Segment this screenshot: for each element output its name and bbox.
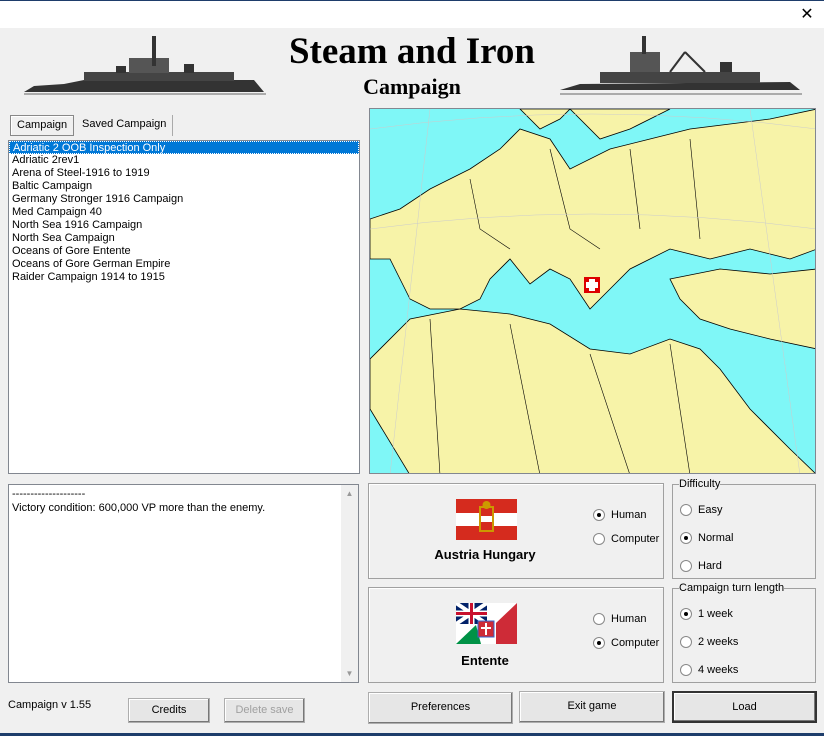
turn-length-label: Campaign turn length <box>679 582 785 594</box>
close-icon[interactable]: ✕ <box>796 5 818 25</box>
entente-flag-icon <box>456 603 517 644</box>
difficulty-hard-radio[interactable]: Hard <box>680 560 722 572</box>
side-name: Austria Hungary <box>434 547 536 562</box>
version-label: Campaign v 1.55 <box>8 699 92 711</box>
computer-radio[interactable]: Computer <box>593 637 659 649</box>
campaign-description: -------------------- Victory condition: … <box>8 484 359 683</box>
campaign-list-item[interactable]: Germany Stronger 1916 Campaign <box>9 193 359 206</box>
tab-campaign[interactable]: Campaign <box>10 115 75 136</box>
campaign-list-item[interactable]: Adriatic 2rev1 <box>9 154 359 167</box>
scroll-up-icon[interactable]: ▲ <box>341 485 358 502</box>
description-victory-condition: Victory condition: 600,000 VP more than … <box>12 502 266 514</box>
difficulty-normal-radio[interactable]: Normal <box>680 532 733 544</box>
delete-save-button[interactable]: Delete save <box>224 698 305 723</box>
description-separator: -------------------- <box>12 488 86 500</box>
campaign-list-item[interactable]: Arena of Steel-1916 to 1919 <box>9 167 359 180</box>
campaign-list-item[interactable]: North Sea Campaign <box>9 232 359 245</box>
campaign-list-item[interactable]: Baltic Campaign <box>9 180 359 193</box>
difficulty-label: Difficulty <box>679 478 721 490</box>
campaign-list-item[interactable]: Oceans of Gore German Empire <box>9 258 359 271</box>
fleet-marker-icon <box>584 277 600 293</box>
difficulty-easy-radio[interactable]: Easy <box>680 504 722 516</box>
entente-panel: Entente Human Computer <box>368 587 664 683</box>
austria-hungary-panel: Austria Hungary Human Computer <box>368 483 664 579</box>
description-scrollbar[interactable]: ▲ ▼ <box>341 485 358 682</box>
title-bar: ✕ <box>0 0 824 28</box>
campaign-list-item[interactable]: Med Campaign 40 <box>9 206 359 219</box>
computer-radio[interactable]: Computer <box>593 533 659 545</box>
credits-button[interactable]: Credits <box>128 698 210 723</box>
human-radio[interactable]: Human <box>593 509 646 521</box>
app-title: Steam and Iron <box>288 31 536 72</box>
scroll-down-icon[interactable]: ▼ <box>341 665 358 682</box>
austria-hungary-flag-icon <box>456 499 517 540</box>
human-radio[interactable]: Human <box>593 613 646 625</box>
turn-4-weeks-radio[interactable]: 4 weeks <box>680 664 738 676</box>
turn-2-weeks-radio[interactable]: 2 weeks <box>680 636 738 648</box>
load-button[interactable]: Load <box>672 691 817 723</box>
tab-saved-campaign[interactable]: Saved Campaign <box>76 115 174 136</box>
difficulty-group: Difficulty Easy Normal Hard <box>672 478 816 579</box>
exit-game-button[interactable]: Exit game <box>519 691 665 723</box>
campaign-list-item[interactable]: Raider Campaign 1914 to 1915 <box>9 271 359 284</box>
campaign-list-item[interactable]: North Sea 1916 Campaign <box>9 219 359 232</box>
campaign-list-item[interactable]: Oceans of Gore Entente <box>9 245 359 258</box>
preferences-button[interactable]: Preferences <box>368 692 513 724</box>
campaign-list-item[interactable]: Adriatic 2 OOB Inspection Only <box>9 141 359 154</box>
campaign-map[interactable] <box>369 108 816 474</box>
turn-length-group: Campaign turn length 1 week 2 weeks 4 we… <box>672 582 816 683</box>
side-name: Entente <box>461 653 509 668</box>
turn-1-week-radio[interactable]: 1 week <box>680 608 733 620</box>
app-subtitle: Campaign <box>363 74 461 99</box>
campaign-list[interactable]: Adriatic 2 OOB Inspection Only Adriatic 2… <box>8 140 360 474</box>
